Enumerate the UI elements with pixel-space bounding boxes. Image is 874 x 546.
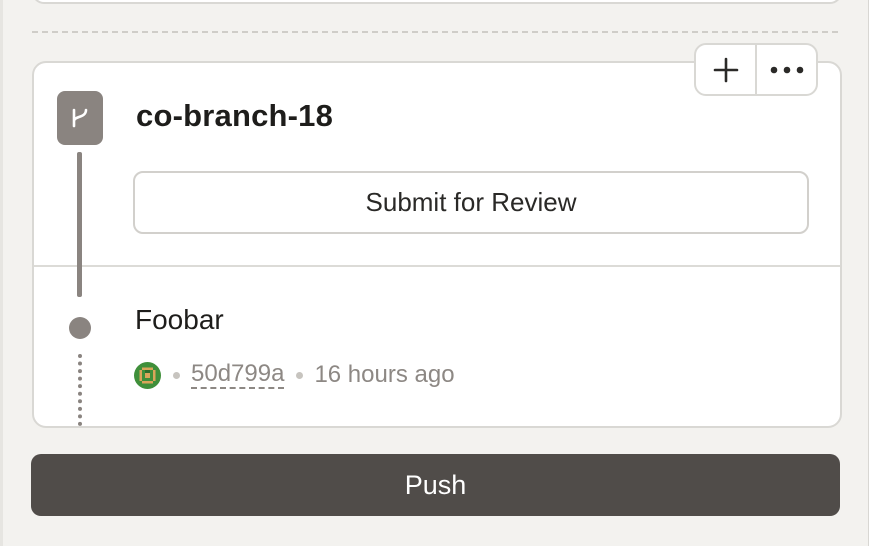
separator-dot	[173, 371, 180, 379]
branch-toolbar	[694, 43, 818, 96]
ellipsis-icon	[770, 66, 803, 73]
history-track-dotted	[78, 354, 82, 426]
separator-dot	[296, 371, 304, 379]
commit-hash-link[interactable]: 50d799a	[191, 361, 285, 389]
branch-badge	[57, 91, 103, 145]
section-divider	[32, 31, 838, 33]
card-divider	[34, 265, 840, 267]
commit-time: 16 hours ago	[314, 361, 455, 388]
git-panel: co-branch-18 Submit for Review Foobar 50…	[0, 0, 874, 546]
branch-name: co-branch-18	[136, 98, 334, 133]
submit-for-review-button[interactable]: Submit for Review	[133, 171, 809, 234]
plus-icon	[713, 57, 738, 82]
branch-track-line	[77, 152, 82, 297]
scrollbar-track[interactable]	[868, 0, 874, 546]
commit-node	[69, 317, 91, 339]
commit-meta: 50d799a 16 hours ago	[134, 360, 455, 390]
previous-card	[32, 0, 842, 4]
add-button[interactable]	[696, 45, 755, 94]
branch-icon	[72, 108, 88, 128]
push-button[interactable]: Push	[31, 454, 840, 516]
more-options-button[interactable]	[755, 45, 816, 94]
left-panel-edge	[0, 0, 3, 546]
commit-title: Foobar	[135, 304, 224, 335]
user-avatar[interactable]	[134, 361, 161, 389]
